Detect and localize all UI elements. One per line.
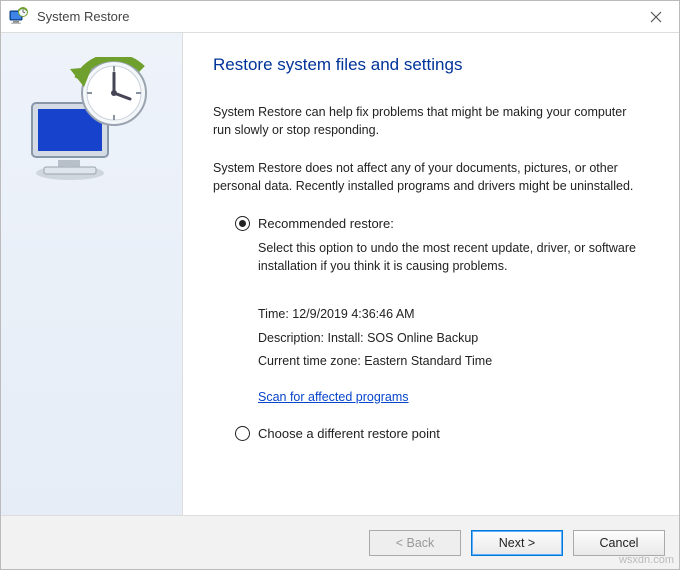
restore-point-details: Time: 12/9/2019 4:36:46 AM Description: … xyxy=(258,303,649,374)
sidebar-illustration-pane xyxy=(1,33,183,515)
detail-timezone: Current time zone: Eastern Standard Time xyxy=(258,350,649,374)
radio-selected-icon xyxy=(235,216,250,231)
radio-unselected-icon xyxy=(235,426,250,441)
titlebar: System Restore xyxy=(1,1,679,33)
detail-description: Description: Install: SOS Online Backup xyxy=(258,327,649,351)
next-button[interactable]: Next > xyxy=(471,530,563,556)
intro-paragraph-1: System Restore can help fix problems tha… xyxy=(213,103,643,139)
page-heading: Restore system files and settings xyxy=(213,55,649,75)
radio-choose-different[interactable]: Choose a different restore point xyxy=(235,426,649,441)
dialog-body: Restore system files and settings System… xyxy=(1,33,679,515)
dialog-footer: < Back Next > Cancel xyxy=(1,515,679,569)
scan-affected-programs-link[interactable]: Scan for affected programs xyxy=(258,390,409,404)
radio-choose-label: Choose a different restore point xyxy=(258,426,440,441)
cancel-button[interactable]: Cancel xyxy=(573,530,665,556)
radio-recommended-label: Recommended restore: xyxy=(258,216,394,231)
intro-paragraph-2: System Restore does not affect any of yo… xyxy=(213,159,643,195)
recommended-description: Select this option to undo the most rece… xyxy=(258,239,638,275)
window-title: System Restore xyxy=(37,9,633,24)
system-restore-window: System Restore xyxy=(0,0,680,570)
system-restore-illustration-icon xyxy=(22,57,162,187)
content-pane: Restore system files and settings System… xyxy=(183,33,679,515)
restore-options-group: Recommended restore: Select this option … xyxy=(235,216,649,442)
close-icon xyxy=(650,11,662,23)
close-button[interactable] xyxy=(633,1,679,33)
system-restore-app-icon xyxy=(9,7,29,27)
radio-recommended-restore[interactable]: Recommended restore: xyxy=(235,216,649,231)
detail-time: Time: 12/9/2019 4:36:46 AM xyxy=(258,303,649,327)
back-button: < Back xyxy=(369,530,461,556)
